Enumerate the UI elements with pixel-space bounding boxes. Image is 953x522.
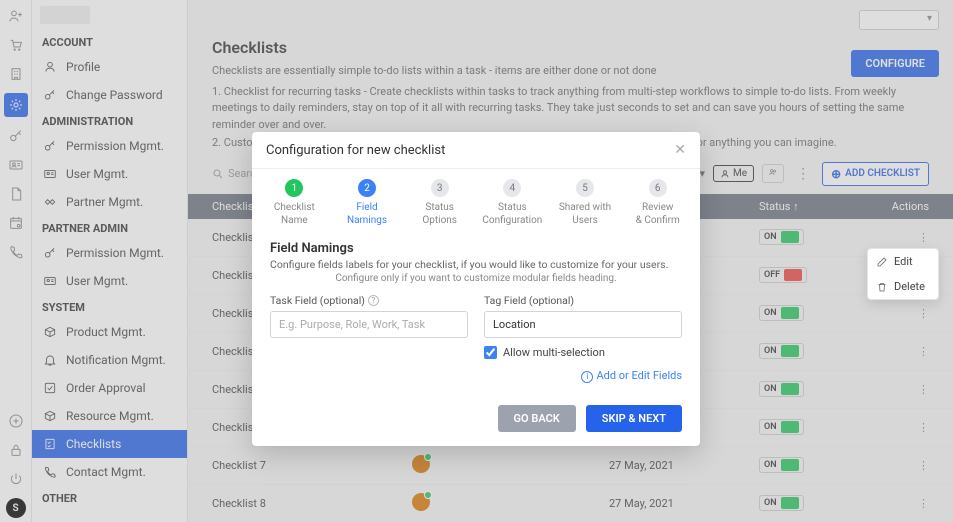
allow-multi-label: Allow multi-selection bbox=[503, 346, 605, 359]
step-3[interactable]: 3 StatusOptions bbox=[403, 179, 476, 227]
tag-field-input[interactable] bbox=[484, 311, 682, 338]
section-subtitle: Configure fields labels for your checkli… bbox=[270, 258, 682, 271]
step-4[interactable]: 4 StatusConfiguration bbox=[476, 179, 549, 227]
stepper: 1 ChecklistName 2 FieldNamings 3 StatusOption… bbox=[252, 169, 700, 235]
step-6[interactable]: 6 Review& Confirm bbox=[621, 179, 694, 227]
tag-field-label: Tag Field (optional) bbox=[484, 294, 682, 307]
task-field-label: Task Field (optional)? bbox=[270, 294, 468, 307]
help-icon[interactable]: ? bbox=[368, 295, 379, 306]
step-label: Review bbox=[621, 201, 694, 214]
modal-title: Configuration for new checklist bbox=[266, 143, 445, 158]
ctx-delete[interactable]: Delete bbox=[868, 274, 938, 299]
row-context-menu: Edit Delete bbox=[867, 248, 939, 300]
step-label: Field bbox=[331, 201, 404, 214]
step-number: 2 bbox=[358, 179, 376, 197]
step-label: Checklist bbox=[258, 201, 331, 214]
step-2[interactable]: 2 FieldNamings bbox=[331, 179, 404, 227]
step-number: 5 bbox=[576, 179, 594, 197]
ctx-edit[interactable]: Edit bbox=[868, 249, 938, 274]
step-5[interactable]: 5 Shared withUsers bbox=[549, 179, 622, 227]
step-1[interactable]: 1 ChecklistName bbox=[258, 179, 331, 227]
step-label: Status bbox=[476, 201, 549, 214]
section-hint: Configure only if you want to customize … bbox=[270, 273, 682, 284]
step-number: 4 bbox=[503, 179, 521, 197]
step-number: 6 bbox=[649, 179, 667, 197]
step-number: 1 bbox=[285, 179, 303, 197]
modal-header: Configuration for new checklist ✕ bbox=[252, 132, 700, 169]
step-label: Options bbox=[403, 214, 476, 227]
step-label: Configuration bbox=[476, 214, 549, 227]
step-label: Users bbox=[549, 214, 622, 227]
add-edit-fields[interactable]: iAdd or Edit Fields bbox=[270, 369, 682, 383]
step-label: Namings bbox=[331, 214, 404, 227]
step-label: Name bbox=[258, 214, 331, 227]
close-icon[interactable]: ✕ bbox=[674, 142, 686, 158]
go-back-button[interactable]: GO BACK bbox=[498, 405, 576, 432]
skip-next-button[interactable]: SKIP & NEXT bbox=[586, 405, 682, 432]
allow-multi-checkbox[interactable] bbox=[484, 346, 497, 359]
section-title: Field Namings bbox=[270, 241, 682, 256]
step-number: 3 bbox=[431, 179, 449, 197]
step-label: Status bbox=[403, 201, 476, 214]
task-field-input[interactable] bbox=[270, 311, 468, 338]
config-modal: Configuration for new checklist ✕ 1 Check… bbox=[252, 132, 700, 446]
step-label: Shared with bbox=[549, 201, 622, 214]
step-label: & Confirm bbox=[621, 214, 694, 227]
